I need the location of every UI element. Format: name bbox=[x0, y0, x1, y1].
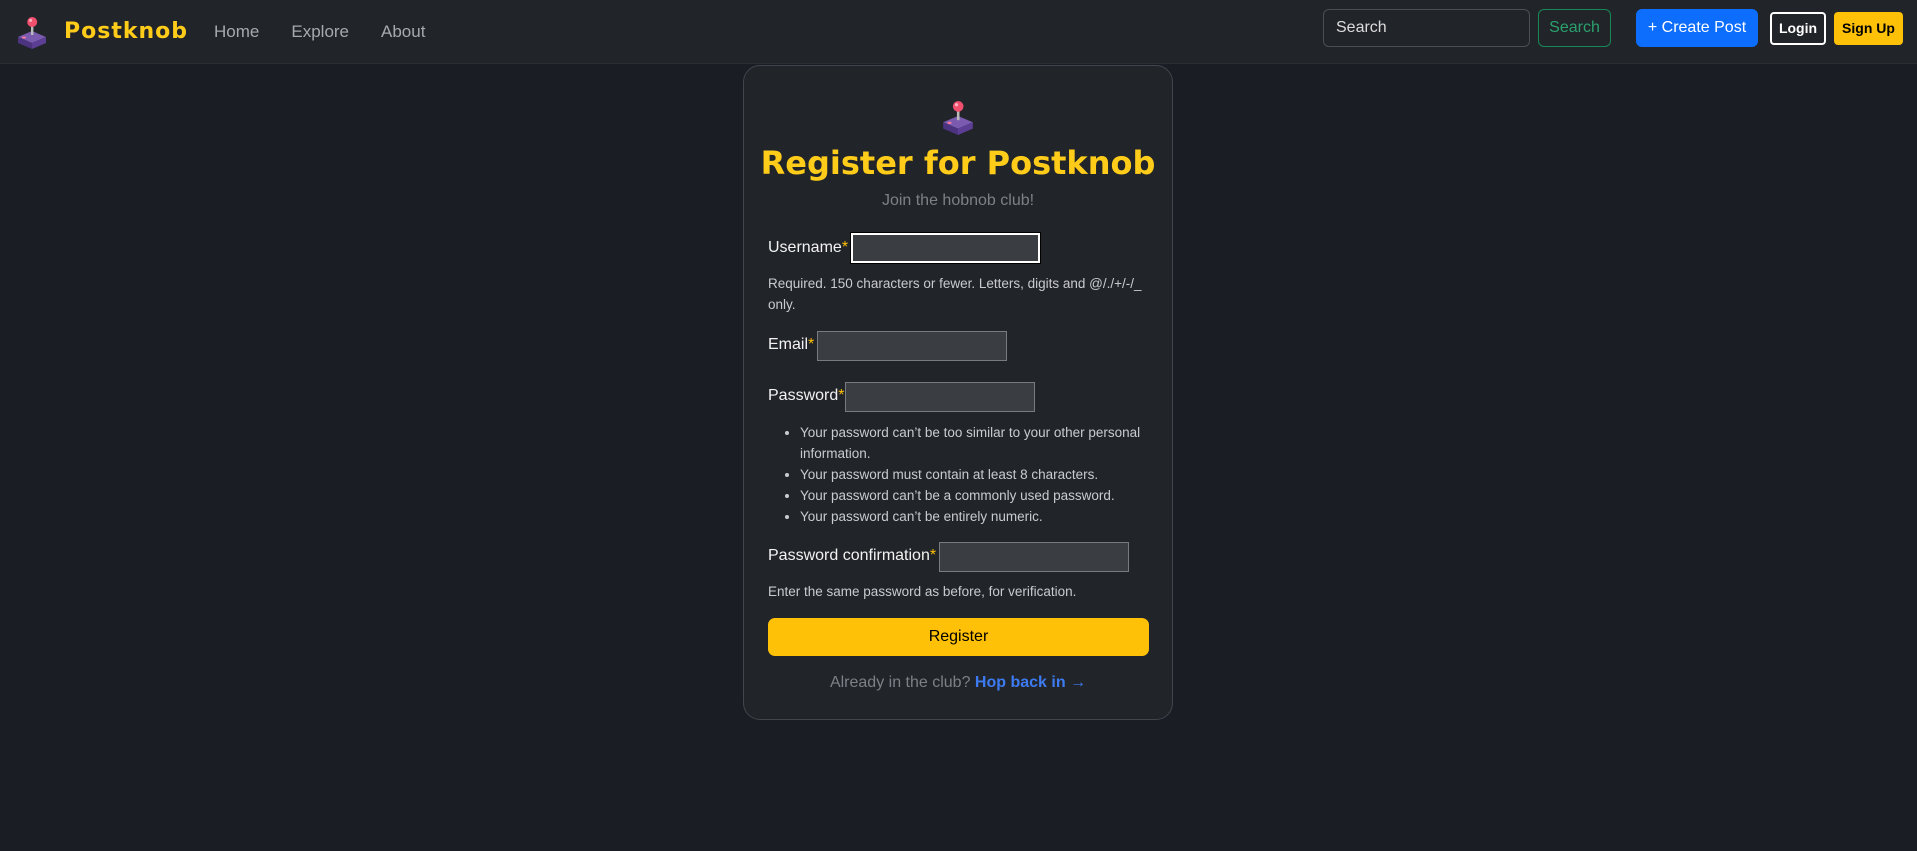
create-post-button[interactable]: + Create Post bbox=[1636, 9, 1758, 47]
nav-explore[interactable]: Explore bbox=[291, 22, 349, 42]
email-label-text: Email bbox=[768, 336, 809, 353]
password-rule: Your password can’t be a commonly used p… bbox=[800, 485, 1160, 506]
password-rule: Your password must contain at least 8 ch… bbox=[800, 464, 1160, 485]
password-rule: Your password can’t be entirely numeric. bbox=[800, 506, 1160, 527]
nav-about[interactable]: About bbox=[381, 22, 425, 42]
search-input[interactable] bbox=[1323, 9, 1530, 47]
password-rule: Your password can’t be too similar to yo… bbox=[800, 422, 1160, 464]
register-card: Register for Postknob Join the hobnob cl… bbox=[743, 65, 1173, 720]
required-marker: * bbox=[808, 336, 815, 353]
password-confirmation-label-text: Password confirmation bbox=[768, 547, 930, 564]
password-confirmation-help: Enter the same password as before, for v… bbox=[768, 584, 1077, 599]
register-button[interactable]: Register bbox=[768, 618, 1149, 656]
password-confirmation-field[interactable] bbox=[939, 542, 1129, 572]
password-rules: Your password can’t be too similar to yo… bbox=[800, 422, 1160, 527]
page-subtitle: Join the hobnob club! bbox=[881, 192, 1035, 209]
nav-links: Home Explore About bbox=[214, 22, 457, 42]
signup-button[interactable]: Sign Up bbox=[1834, 11, 1903, 45]
brand-link[interactable]: Postknob bbox=[16, 15, 188, 49]
login-prompt-text: Already in the club? bbox=[829, 674, 971, 691]
login-prompt: Already in the club? Hop back in → bbox=[744, 674, 1172, 692]
username-help: Required. 150 characters or fewer. Lette… bbox=[768, 276, 1142, 312]
nav-actions: Search + Create Post Login Sign Up bbox=[1323, 9, 1903, 47]
username-field[interactable] bbox=[850, 232, 1041, 264]
password-field[interactable] bbox=[845, 382, 1035, 412]
required-marker: * bbox=[929, 547, 937, 564]
login-link[interactable]: Hop back in → bbox=[975, 674, 1086, 691]
required-marker: * bbox=[841, 239, 849, 256]
password-confirmation-label: Password confirmation* bbox=[768, 547, 936, 565]
joystick-icon bbox=[943, 101, 973, 135]
login-button[interactable]: Login bbox=[1770, 11, 1826, 45]
top-navbar: Postknob Home Explore About Search + Cre… bbox=[0, 0, 1917, 64]
username-label-text: Username bbox=[768, 239, 842, 256]
password-label: Password* bbox=[768, 387, 844, 405]
page-title: Register for Postknob bbox=[760, 144, 1156, 182]
email-label: Email* bbox=[768, 336, 814, 354]
email-field[interactable] bbox=[817, 331, 1007, 361]
required-marker: * bbox=[838, 387, 845, 404]
brand-name: Postknob bbox=[64, 19, 189, 44]
joystick-icon bbox=[18, 16, 46, 49]
password-label-text: Password bbox=[768, 387, 839, 404]
search-button[interactable]: Search bbox=[1538, 9, 1611, 47]
nav-home[interactable]: Home bbox=[214, 22, 259, 42]
username-label: Username* bbox=[768, 239, 848, 257]
